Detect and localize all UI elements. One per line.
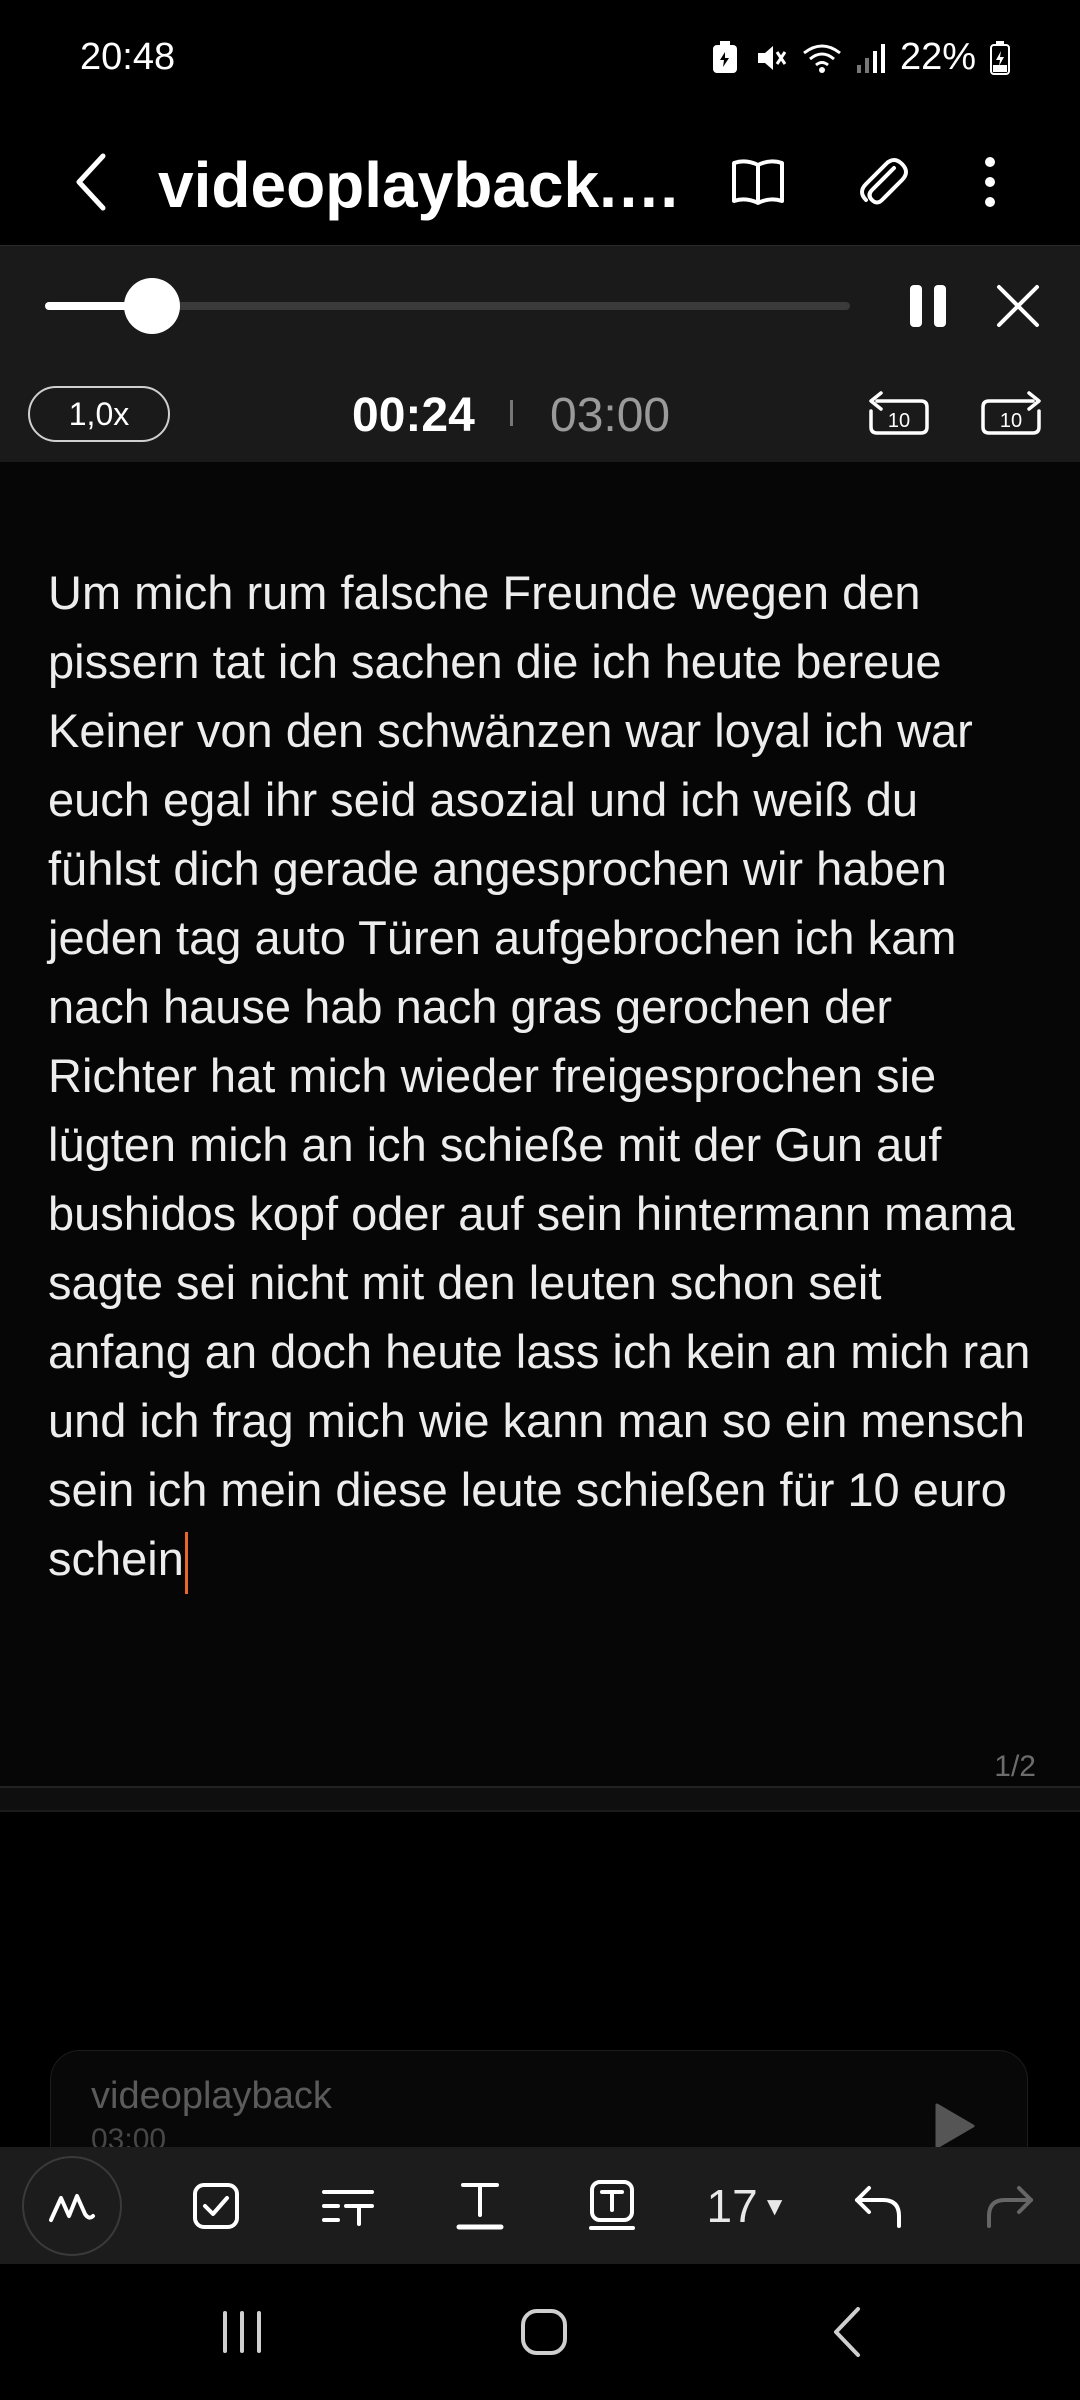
page-indicator: 1/2 [994,1750,1036,1783]
seek-bar-thumb[interactable] [124,278,181,334]
text-cursor [184,1531,188,1594]
system-navigation-bar [0,2264,1080,2400]
attachment-icon [860,158,908,205]
note-body[interactable]: Um mich rum falsche Freunde wegen den pi… [48,558,1038,1594]
forward-10-icon: 10 [981,391,1041,435]
redo-button[interactable] [960,2156,1060,2256]
status-icons: 22% [710,36,1010,79]
text-style-button[interactable] [430,2156,530,2256]
text-box-icon [589,2180,635,2230]
paragraph-style-button[interactable] [298,2156,398,2256]
audio-name: videoplayback [91,2075,332,2117]
pause-button[interactable] [898,276,958,336]
handwriting-button[interactable] [22,2156,122,2256]
redo-icon [987,2186,1033,2228]
current-time: 00:24 [352,389,475,442]
nav-back-button[interactable] [796,2294,896,2370]
text-style-icon [456,2183,504,2230]
audio-player: 1,0x 00:24 03:00 10 10 [0,245,1080,462]
formatting-toolbar: 17 ▼ [0,2147,1080,2264]
font-size-value: 17 [706,2180,758,2232]
battery-percent: 22% [899,36,976,78]
back-icon [76,153,106,211]
more-options-button[interactable] [950,142,1030,222]
handwriting-pen-icon [49,2194,95,2222]
pause-icon [910,285,946,327]
seek-bar[interactable] [45,278,850,334]
recent-apps-button[interactable] [192,2294,292,2370]
mute-icon [754,41,788,75]
play-icon [935,2103,975,2149]
status-bar: 20:48 22% [0,0,1080,120]
text-box-button[interactable] [562,2156,662,2256]
recent-apps-icon [223,2311,261,2353]
status-time: 20:48 [80,36,176,78]
chevron-down-icon: ▼ [761,2190,788,2221]
rewind-10-label: 10 [888,410,910,432]
paragraph-style-icon [322,2190,374,2226]
font-size-button[interactable]: 17 ▼ [692,2156,802,2256]
undo-button[interactable] [828,2156,928,2256]
rewind-10-icon: 10 [869,391,929,435]
note-editor[interactable]: Um mich rum falsche Freunde wegen den pi… [0,462,1080,1787]
more-vertical-icon [985,157,995,207]
app-bar: videoplayback.m... [0,120,1080,245]
battery-saver-icon [710,40,740,75]
home-icon [521,2309,567,2355]
checkbox-icon [193,2183,239,2229]
note-text[interactable]: Um mich rum falsche Freunde wegen den pi… [48,566,1030,1585]
rewind-10-button[interactable]: 10 [864,376,934,446]
forward-10-button[interactable]: 10 [976,376,1046,446]
close-icon [997,285,1039,327]
signal-icon [856,41,886,75]
book-icon [732,159,784,205]
back-nav-icon [834,2307,860,2357]
battery-icon [990,40,1010,75]
page-divider [0,1786,1080,1812]
playback-speed-button[interactable]: 1,0x [28,386,170,442]
page-title: videoplayback.m... [158,149,698,221]
time-separator [510,400,513,426]
checkbox-button[interactable] [166,2156,266,2256]
reading-mode-button[interactable] [718,142,798,222]
forward-10-label: 10 [1000,410,1022,432]
close-player-button[interactable] [988,276,1048,336]
back-button[interactable] [56,142,126,222]
home-button[interactable] [494,2294,594,2370]
total-time: 03:00 [550,389,671,442]
wifi-icon [802,41,842,75]
undo-icon [855,2186,901,2228]
attach-button[interactable] [842,142,922,222]
